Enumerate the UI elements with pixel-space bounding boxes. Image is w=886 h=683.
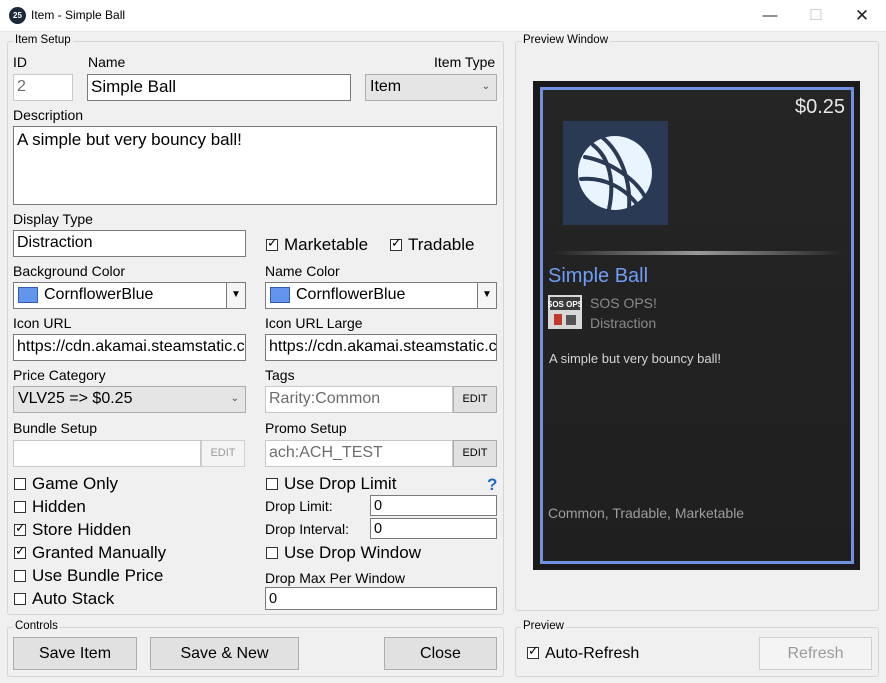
use-drop-limit-checkbox[interactable]: Use Drop Limit: [266, 474, 396, 494]
preview-display-type: Distraction: [590, 315, 657, 331]
icon-url-large-label: Icon URL Large: [265, 315, 363, 331]
icon-url-field[interactable]: https://cdn.akamai.steamstatic.c: [13, 334, 246, 361]
background-color-label: Background Color: [13, 263, 126, 279]
name-color-value: CornflowerBlue: [296, 286, 406, 303]
basketball-icon: [578, 136, 652, 211]
description-field[interactable]: A simple but very bouncy ball!: [13, 126, 497, 205]
background-color-value: CornflowerBlue: [44, 286, 154, 303]
marketable-checkbox[interactable]: Marketable: [266, 235, 368, 255]
icon-url-large-field[interactable]: https://cdn.akamai.steamstatic.c: [265, 334, 497, 361]
refresh-button[interactable]: Refresh: [759, 637, 872, 670]
use-bundle-price-checkbox[interactable]: Use Bundle Price: [14, 566, 163, 586]
help-icon[interactable]: ?: [487, 475, 497, 495]
chevron-down-icon: ⌄: [230, 393, 239, 404]
controls-label: Controls: [13, 620, 60, 632]
preview-label: Preview: [521, 620, 566, 632]
bundle-edit-button[interactable]: EDIT: [201, 440, 245, 467]
game-icon: SOS OPS: [547, 295, 584, 329]
name-field[interactable]: Simple Ball: [87, 74, 351, 101]
background-color-select[interactable]: CornflowerBlue ▼: [13, 282, 246, 309]
display-type-field[interactable]: Distraction: [13, 230, 246, 257]
dropdown-arrow-icon[interactable]: ▼: [477, 283, 496, 308]
item-type-value: Item: [370, 78, 402, 95]
game-logo-text: SOS OPS: [548, 300, 582, 309]
preview-price: $0.25: [795, 96, 846, 118]
price-category-label: Price Category: [13, 367, 106, 383]
name-label: Name: [88, 54, 126, 70]
item-type-label: Item Type: [434, 54, 496, 70]
color-swatch: [270, 287, 290, 303]
id-label: ID: [13, 54, 27, 70]
window-title: Item - Simple Ball: [31, 8, 126, 22]
bundle-setup-label: Bundle Setup: [13, 420, 98, 436]
promo-setup-label: Promo Setup: [265, 420, 347, 436]
promo-edit-button[interactable]: EDIT: [453, 440, 497, 467]
drop-interval-label: Drop Interval:: [265, 521, 350, 537]
drop-interval-field[interactable]: 0: [370, 518, 497, 539]
icon-url-label: Icon URL: [13, 315, 72, 331]
drop-max-per-window-field[interactable]: 0: [265, 587, 497, 610]
promo-setup-field: ach:ACH_TEST: [265, 440, 453, 467]
item-setup-label: Item Setup: [13, 34, 73, 46]
bundle-setup-field: [13, 440, 201, 467]
tags-field: Rarity:Common: [265, 386, 453, 413]
price-category-value: VLV25 => $0.25: [18, 390, 133, 407]
store-hidden-checkbox[interactable]: Store Hidden: [14, 520, 131, 540]
preview-item-name: Simple Ball: [548, 265, 649, 287]
tags-label: Tags: [265, 367, 295, 383]
preview-divider: [553, 251, 843, 255]
minimize-button[interactable]: —: [747, 0, 793, 32]
drop-max-per-window-label: Drop Max Per Window: [265, 570, 406, 586]
granted-manually-checkbox[interactable]: Granted Manually: [14, 543, 166, 563]
price-category-select[interactable]: VLV25 => $0.25 ⌄: [13, 386, 246, 413]
use-drop-window-checkbox[interactable]: Use Drop Window: [266, 543, 421, 563]
name-color-select[interactable]: CornflowerBlue ▼: [265, 282, 497, 309]
item-type-select[interactable]: Item ⌄: [365, 74, 497, 101]
description-label: Description: [13, 107, 84, 123]
id-field: 2: [13, 74, 73, 101]
preview-tags: Common, Tradable, Marketable: [548, 505, 745, 521]
app-icon: 25: [9, 7, 26, 24]
preview-description: A simple but very bouncy ball!: [549, 351, 721, 366]
maximize-button: ☐: [809, 7, 823, 24]
auto-refresh-checkbox[interactable]: Auto-Refresh: [527, 643, 639, 663]
drop-limit-label: Drop Limit:: [265, 498, 333, 514]
auto-stack-checkbox[interactable]: Auto Stack: [14, 589, 114, 609]
preview-window-label: Preview Window: [521, 34, 610, 46]
close-window-button[interactable]: ✕: [839, 0, 885, 32]
display-type-label: Display Type: [13, 211, 93, 227]
game-logo-icon: SOS OPS: [547, 295, 584, 329]
item-icon: [563, 121, 668, 225]
color-swatch: [18, 287, 38, 303]
tags-edit-button[interactable]: EDIT: [453, 386, 497, 413]
dropdown-arrow-icon[interactable]: ▼: [226, 283, 245, 308]
chevron-down-icon: ⌄: [481, 81, 490, 92]
tradable-checkbox[interactable]: Tradable: [390, 235, 474, 255]
name-color-label: Name Color: [265, 263, 340, 279]
game-only-checkbox[interactable]: Game Only: [14, 474, 118, 494]
preview-game-name: SOS OPS!: [590, 295, 657, 311]
save-item-button[interactable]: Save Item: [13, 637, 137, 670]
save-and-new-button[interactable]: Save & New: [150, 637, 299, 670]
hidden-checkbox[interactable]: Hidden: [14, 497, 86, 517]
close-button[interactable]: Close: [384, 637, 497, 670]
drop-limit-field[interactable]: 0: [370, 495, 497, 516]
